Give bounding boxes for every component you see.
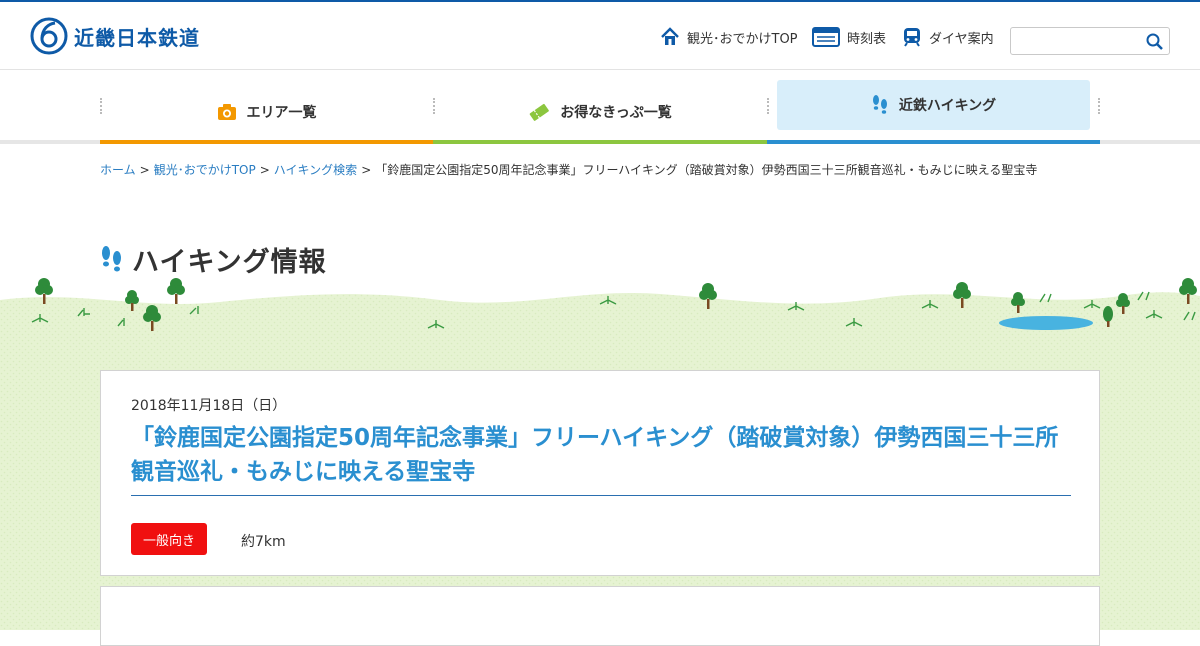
util-link-dia-guide[interactable]: ダイヤ案内 (902, 27, 994, 47)
util-link-label: 観光･おでかけTOP (687, 31, 798, 47)
tab-label: エリア一覧 (246, 105, 317, 121)
tab-underline (767, 140, 1100, 144)
timetable-icon (812, 27, 840, 47)
search-icon (1146, 33, 1163, 50)
nav-separator (1098, 98, 1100, 114)
tab-content: 近鉄ハイキング (871, 94, 996, 116)
tab-kintetsu-hiking[interactable]: 近鉄ハイキング (767, 80, 1100, 144)
difficulty-badge: 一般向き (131, 523, 207, 555)
footprints-icon (102, 245, 121, 271)
util-link-timetable[interactable]: 時刻表 (812, 27, 886, 47)
event-date: 2018年11月18日（日） (131, 398, 287, 414)
util-link-label: ダイヤ案内 (929, 31, 994, 47)
tab-ticket-list[interactable]: お得なきっぷ一覧 (433, 80, 767, 144)
event-detail-card (100, 586, 1100, 646)
event-title: 「鈴鹿国定公園指定50周年記念事業」フリーハイキング（踏破賞対象）伊勢西国三十三… (131, 421, 1071, 496)
site-logo[interactable]: 近畿日本鉄道 (30, 17, 200, 55)
breadcrumb-home[interactable]: ホーム (100, 163, 136, 177)
tab-label: お得なきっぷ一覧 (560, 105, 672, 121)
page-heading: ハイキング情報 (100, 240, 327, 279)
breadcrumb-separator: > (361, 163, 372, 177)
kintetsu-logo-icon (30, 17, 68, 55)
breadcrumb-separator: > (139, 163, 150, 177)
breadcrumb: ホーム > 観光･おでかけTOP > ハイキング検索 > 「鈴鹿国定公園指定50周年記念事業… (100, 161, 1037, 178)
global-nav: エリア一覧 お得なきっぷ一覧 近鉄ハイキング (0, 70, 1200, 145)
breadcrumb-sightseeing-top[interactable]: 観光･おでかけTOP (154, 163, 256, 177)
tab-label: 近鉄ハイキング (898, 98, 997, 114)
train-icon (904, 28, 920, 47)
house-icon (661, 27, 679, 45)
search-button[interactable] (1145, 32, 1165, 52)
breadcrumb-separator: > (259, 163, 270, 177)
search-input[interactable] (1011, 28, 1141, 54)
event-card: 2018年11月18日（日） 「鈴鹿国定公園指定50周年記念事業」フリーハイキン… (100, 370, 1100, 576)
ticket-icon (529, 103, 550, 121)
logo-text: 近畿日本鉄道 (74, 25, 200, 50)
tab-area-list[interactable]: エリア一覧 (100, 80, 433, 144)
camera-icon (217, 104, 236, 120)
page-title: ハイキング情報 (132, 247, 327, 278)
footprints-icon (872, 95, 887, 114)
util-link-label: 時刻表 (847, 31, 887, 47)
site-header: 近畿日本鉄道 観光･おでかけTOP 時刻表 ダイヤ案内 (0, 2, 1200, 70)
tab-underline (100, 140, 433, 144)
breadcrumb-current: 「鈴鹿国定公園指定50周年記念事業」フリーハイキング（踏破賞対象）伊勢西国三十三… (375, 163, 1038, 177)
event-distance: 約7km (241, 534, 286, 550)
tab-underline (433, 140, 767, 144)
util-link-sightseeing-top[interactable]: 観光･おでかけTOP (660, 27, 798, 47)
breadcrumb-hiking-search[interactable]: ハイキング検索 (274, 163, 357, 177)
search-box (1010, 27, 1170, 55)
